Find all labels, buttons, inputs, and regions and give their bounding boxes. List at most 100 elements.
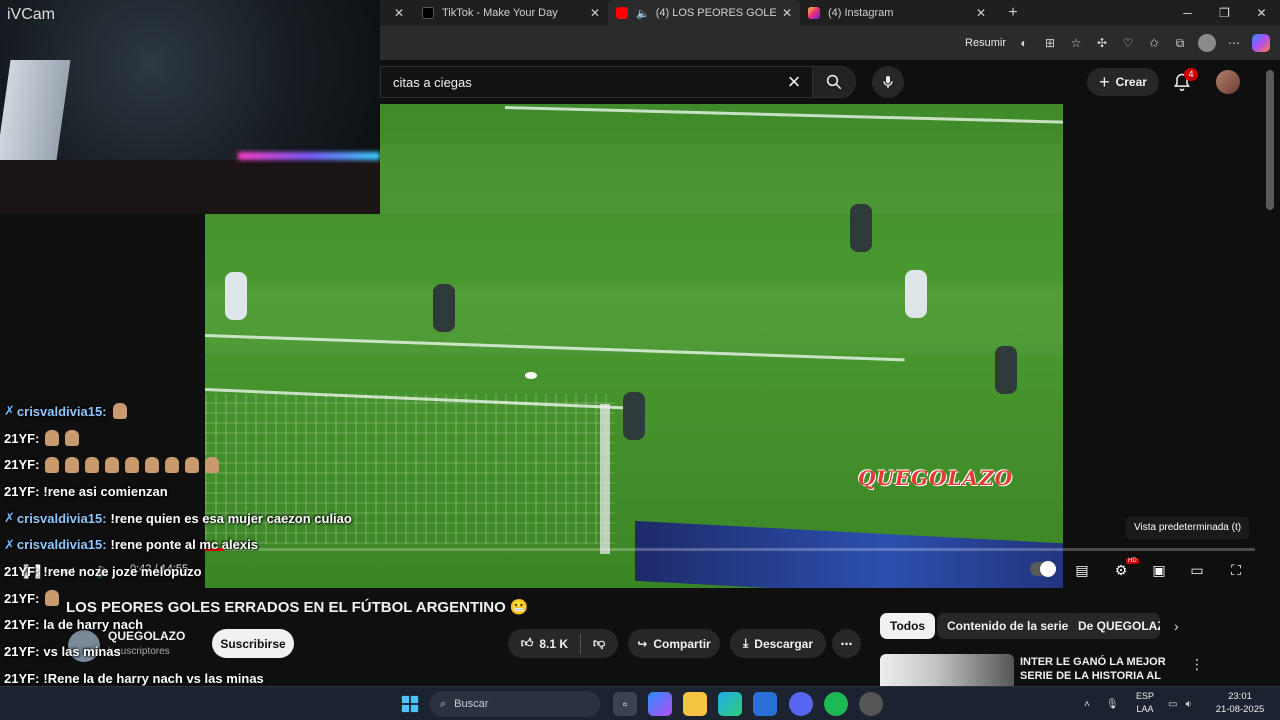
copilot-app-icon[interactable]	[648, 692, 672, 716]
clear-search-icon[interactable]: ×	[782, 69, 806, 94]
chat-username[interactable]: 21YF:	[4, 617, 39, 632]
share-button[interactable]: ↪ Compartir	[628, 629, 720, 658]
windows-start-icon[interactable]	[398, 692, 422, 716]
taskbar-search[interactable]: ⌕ Buscar	[430, 691, 600, 717]
chat-message: ✗ crisvaldivia15:	[4, 398, 464, 425]
chat-emote-icon	[165, 456, 180, 473]
subtitles-icon[interactable]: ▤	[1070, 558, 1094, 582]
microphone-tray-icon[interactable]: 🎙︎	[1106, 699, 1119, 710]
chat-username[interactable]: 21YF:	[4, 591, 39, 606]
fullscreen-icon[interactable]: ⛶	[1224, 558, 1248, 582]
spotify-icon[interactable]	[824, 692, 848, 716]
resumir-button[interactable]: Resumir	[965, 37, 1006, 49]
system-clock[interactable]: 23:01 21-08-2025	[1208, 690, 1272, 716]
divider	[580, 633, 582, 654]
download-icon: ⤓	[742, 636, 749, 650]
player	[995, 346, 1017, 394]
volume-tray-icon[interactable]: 🔉︎	[1185, 699, 1191, 710]
youtube-account-avatar[interactable]	[1216, 70, 1240, 94]
discord-icon[interactable]	[789, 692, 813, 716]
recommendation-title[interactable]: INTER LE GANÓ LA MEJOR SERIE DE LA HISTO…	[1020, 655, 1190, 685]
language-indicator[interactable]: ESP LAA	[1131, 690, 1159, 716]
notifications-button[interactable]: 4	[1172, 68, 1198, 92]
miniplayer-icon[interactable]: ▣	[1147, 558, 1171, 582]
chip-todos[interactable]: Todos	[880, 613, 936, 639]
kebab-menu-icon[interactable]: ⋮	[1190, 656, 1204, 673]
player	[433, 284, 455, 332]
create-button[interactable]: + Crear	[1087, 68, 1159, 96]
chat-message: 21YF:	[4, 451, 464, 478]
more-actions-button[interactable]: ⋯	[832, 629, 861, 658]
page-scrollbar[interactable]	[1266, 70, 1274, 210]
more-menu-icon[interactable]: ⋯	[1226, 35, 1242, 51]
chevron-right-icon[interactable]: ›	[1174, 618, 1179, 634]
speaker-icon[interactable]: 🔈	[636, 7, 650, 20]
broadcaster-tool-icon: ✗	[4, 510, 15, 526]
task-view-icon[interactable]: ▫	[613, 692, 637, 716]
like-button[interactable]: 👍︎ 8.1 K	[521, 636, 568, 651]
apps-icon[interactable]: ⊞	[1042, 35, 1058, 51]
tab-youtube[interactable]: 🔈 (4) LOS PEORES GOLES ERRADOS ✕	[608, 0, 800, 26]
chat-username[interactable]: 21YF:	[4, 431, 39, 446]
theater-mode-icon[interactable]: ▭	[1185, 558, 1209, 582]
performance-icon[interactable]: ♡	[1120, 35, 1136, 51]
voice-search-button[interactable]	[872, 66, 904, 98]
hd-badge: HD	[1126, 558, 1139, 564]
chevron-up-icon[interactable]: ˄	[1084, 699, 1090, 710]
chat-emote-icon	[105, 456, 120, 473]
new-tab-button[interactable]: +	[1002, 4, 1024, 22]
chat-username[interactable]: 21YF:	[4, 564, 39, 579]
file-explorer-icon[interactable]	[683, 692, 707, 716]
pitch-stripe	[205, 284, 1063, 354]
close-icon[interactable]: ✕	[782, 6, 792, 20]
chat-text: !rene ponte al mc alexis	[110, 537, 258, 553]
chip-series[interactable]: Contenido de la serie	[937, 613, 1079, 639]
chat-username[interactable]: 21YF:	[4, 457, 39, 472]
chat-username[interactable]: 21YF:	[4, 671, 39, 686]
player-tooltip: Vista predeterminada (t)	[1126, 517, 1250, 539]
chat-username[interactable]: 21YF:	[4, 484, 39, 499]
reader-icon[interactable]: ◐	[1016, 35, 1032, 51]
search-input[interactable]: citas a ciegas	[393, 75, 782, 90]
taskbar: ⌕ Buscar ▫ ˄ 🎙︎ ESP LAA ▭ 🔉︎ 23:01 21-08…	[0, 686, 1280, 720]
plus-icon: +	[1099, 71, 1110, 92]
recommendation-thumbnail[interactable]	[880, 654, 1014, 688]
screen: ✕ TikTok - Make Your Day ✕ 🔈 (4) LOS PEO…	[0, 0, 1280, 720]
dislike-button[interactable]: 👎︎	[593, 636, 605, 651]
close-icon[interactable]: ✕	[976, 6, 986, 20]
chip-channel[interactable]: De QUEGOLAZO	[1068, 613, 1160, 639]
chat-username[interactable]: crisvaldivia15:	[17, 404, 107, 419]
thumbs-down-icon: 👎︎	[593, 636, 606, 650]
autoplay-toggle[interactable]	[1030, 561, 1056, 577]
microsoft-store-icon[interactable]	[753, 692, 777, 716]
search-button[interactable]	[812, 66, 856, 98]
search-box[interactable]: citas a ciegas ×	[380, 66, 812, 98]
favorites-icon[interactable]: ✩	[1146, 35, 1162, 51]
close-icon[interactable]: ✕	[590, 6, 600, 20]
monitor-icon[interactable]: ▭	[1168, 699, 1177, 710]
close-window-button[interactable]: ✕	[1243, 0, 1280, 26]
chat-emote-icon	[125, 456, 140, 473]
edge-browser-icon[interactable]	[718, 692, 742, 716]
minimize-button[interactable]: ─	[1169, 0, 1206, 26]
maximize-button[interactable]: ❐	[1206, 0, 1243, 26]
close-icon[interactable]: ✕	[394, 6, 404, 20]
webcam-keyboard-light	[238, 152, 380, 160]
extensions-icon[interactable]: ✣	[1094, 35, 1110, 51]
obs-icon[interactable]	[859, 692, 883, 716]
profile-avatar[interactable]	[1198, 34, 1216, 52]
chat-username[interactable]: crisvaldivia15:	[17, 537, 107, 552]
search-icon: ⌕	[440, 697, 447, 710]
chat-username[interactable]: 21YF:	[4, 644, 39, 659]
chat-username[interactable]: crisvaldivia15:	[17, 511, 107, 526]
chat-emote-icon	[205, 456, 220, 473]
chat-text: vs las minas	[43, 644, 121, 660]
tab-tiktok[interactable]: TikTok - Make Your Day ✕	[414, 0, 608, 26]
collections-icon[interactable]: ⧉	[1172, 35, 1188, 51]
player	[225, 272, 247, 320]
chat-text: !Rene la de harry nach vs las minas	[43, 670, 264, 686]
download-button[interactable]: ⤓ Descargar	[730, 629, 826, 658]
copilot-icon[interactable]	[1252, 34, 1270, 52]
tab-instagram[interactable]: (4) Instagram ✕	[800, 0, 994, 26]
favorite-star-icon[interactable]: ☆	[1068, 35, 1084, 51]
